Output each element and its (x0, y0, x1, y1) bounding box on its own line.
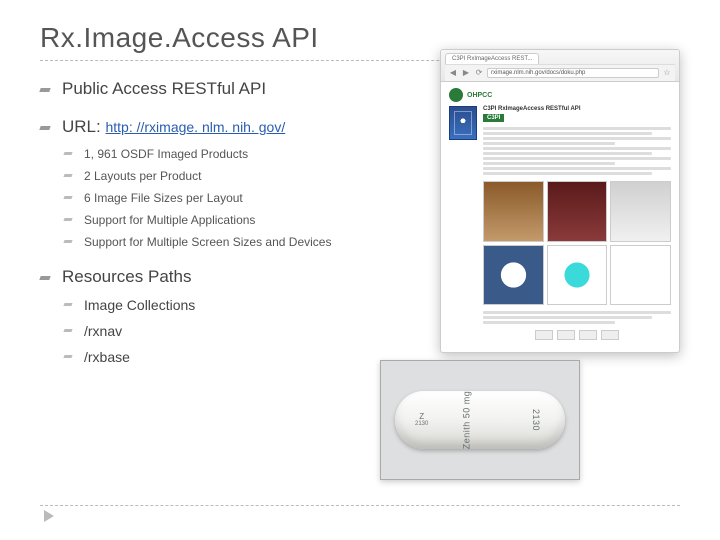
c3pi-badge: C3PI (483, 114, 504, 122)
url-link[interactable]: http: //rximage. nlm. nih. gov/ (105, 119, 285, 135)
sub-bullet: /rxbase (62, 349, 410, 365)
footer-logo-icon (557, 330, 575, 340)
page-heading: C3PI RxImageAccess RESTful API (483, 106, 671, 112)
star-icon: ☆ (662, 68, 672, 78)
back-icon: ◀ (448, 68, 458, 78)
address-bar: rximage.nlm.nih.gov/docs/doku.php (487, 68, 659, 78)
ohpcc-logo-icon (449, 88, 463, 102)
sub-bullet: Image Collections (62, 297, 410, 313)
sub-bullet: 6 Image File Sizes per Layout (62, 191, 410, 205)
imprint-right: 2130 (531, 409, 541, 431)
footer-logo-icon (601, 330, 619, 340)
browser-tab: C3PI RxImageAccess REST... (445, 53, 539, 64)
ohpcc-label: OHPCC (467, 92, 492, 99)
url-label: URL: (62, 117, 105, 136)
content-right: C3PI RxImageAccess REST... ◀ ▶ ⟳ rximage… (440, 49, 680, 353)
nlm-badge-icon (449, 106, 477, 140)
sub-bullet: /rxnav (62, 323, 410, 339)
bullet-text: Resources Paths (62, 267, 191, 286)
content-left: Public Access RESTful API URL: http: //r… (40, 79, 420, 383)
footer-logo-icon (535, 330, 553, 340)
reload-icon: ⟳ (474, 68, 484, 78)
imprint-logo: Z 2130 (415, 413, 428, 427)
forward-icon: ▶ (461, 68, 471, 78)
slide-footer (40, 505, 680, 522)
next-arrow-icon (44, 510, 54, 522)
bullet-url: URL: http: //rximage. nlm. nih. gov/ 1, … (40, 117, 410, 249)
imprint-left: Zenith 50 mg (461, 391, 471, 450)
sub-bullet: 1, 961 OSDF Imaged Products (62, 147, 410, 161)
footer-logo-icon (579, 330, 597, 340)
bullet-text: Public Access RESTful API (62, 79, 266, 98)
bullet-resources: Resources Paths Image Collections /rxnav… (40, 267, 410, 365)
capsule-graphic: Z 2130 Zenith 50 mg 2130 (395, 391, 565, 449)
sub-bullet: 2 Layouts per Product (62, 169, 410, 183)
browser-screenshot: C3PI RxImageAccess REST... ◀ ▶ ⟳ rximage… (440, 49, 680, 353)
sub-bullet: Support for Multiple Applications (62, 213, 410, 227)
bullet-public-access: Public Access RESTful API (40, 79, 410, 99)
thumbnail-grid (483, 181, 671, 305)
pill-image: Z 2130 Zenith 50 mg 2130 (380, 360, 580, 480)
sub-bullet: Support for Multiple Screen Sizes and De… (62, 235, 410, 249)
